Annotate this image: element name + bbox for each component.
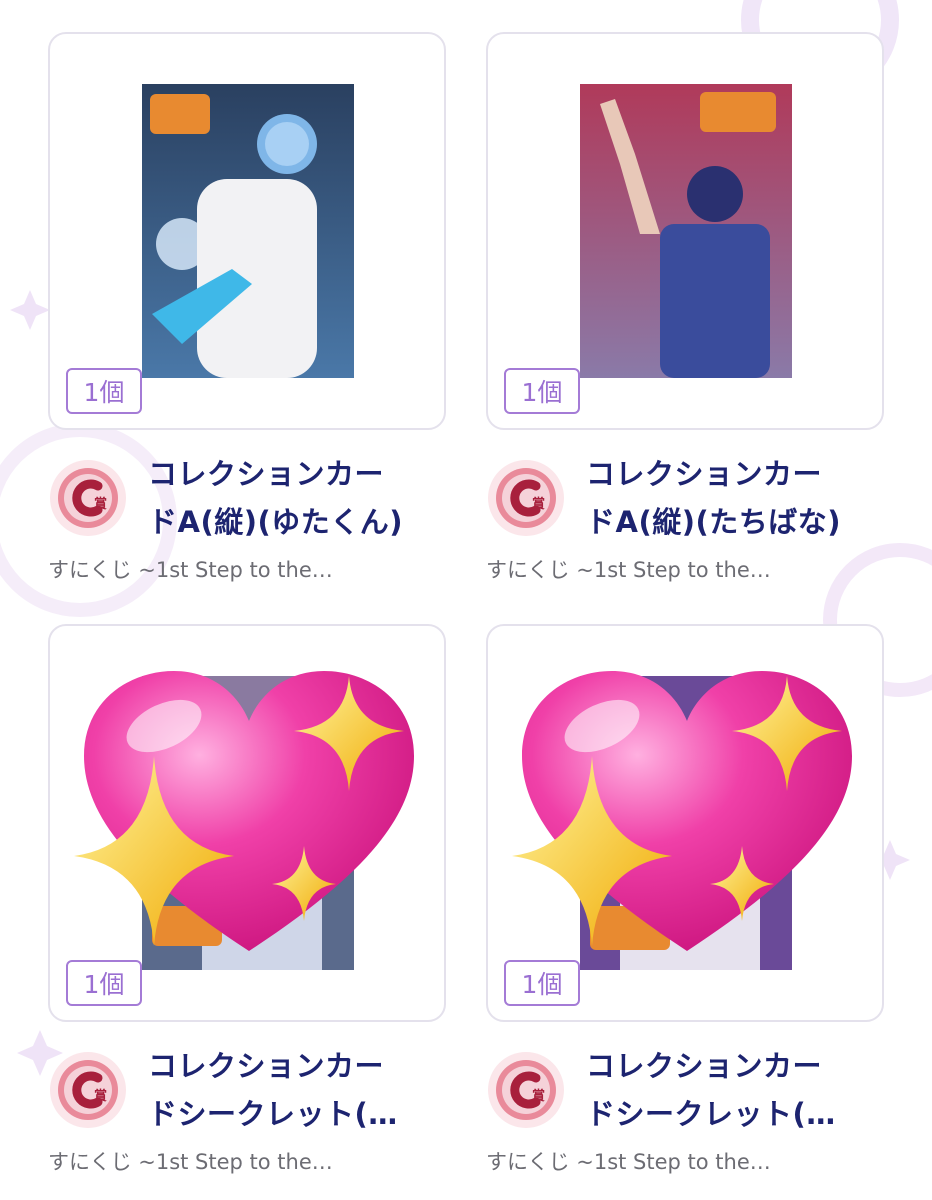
title-line-1: コレクションカー [148,1049,385,1083]
svg-text:賞: 賞 [94,1088,107,1104]
item-thumbnail[interactable]: 1個 [486,624,884,1022]
item-subtitle: すにくじ ~1st Step to the… [48,558,333,582]
card-photo [580,84,792,378]
item-thumbnail[interactable]: 1個 [48,32,446,430]
sparkling-heart-icon [512,671,852,951]
item-info: 賞 コレクションカー ドシークレット(… すにくじ ~1st Step to t… [486,1022,884,1192]
count-badge: 1個 [504,368,580,414]
item-info: 賞 コレクションカー ドA(縦)(ゆたくん) すにくじ ~1st Step to… [48,430,446,600]
c-prize-medal-icon: 賞 [50,460,126,536]
title-line-2: ドA(縦)(ゆたくん) [148,505,403,539]
item-grid: 1個 賞 コレクションカー ドA(縦)(ゆたくん) すにくじ ~1st Step… [0,0,932,1200]
item-info: 賞 コレクションカー ドシークレット(… すにくじ ~1st Step to t… [48,1022,446,1192]
count-badge: 1個 [66,960,142,1006]
svg-text:賞: 賞 [532,496,545,512]
title-line-1: コレクションカー [148,457,385,491]
c-prize-medal-icon: 賞 [488,1052,564,1128]
sparkling-heart-icon [74,671,414,951]
item-card[interactable]: 1個 賞 コレクションカー ドシークレット(… すにくじ ~1st Step t… [486,624,884,1192]
item-title[interactable]: コレクションカー ドA(縦)(ゆたくん) [148,450,448,546]
title-line-2: ドシークレット(… [148,1097,398,1131]
title-line-2: ドA(縦)(たちばな) [586,505,841,539]
item-thumbnail[interactable]: 1個 [48,624,446,1022]
item-subtitle: すにくじ ~1st Step to the… [486,1150,771,1174]
item-thumbnail[interactable]: 1個 [486,32,884,430]
item-title[interactable]: コレクションカー ドシークレット(… [586,1042,886,1138]
item-card[interactable]: 1個 賞 コレクションカー ドA(縦)(ゆたくん) すにくじ ~1st Step… [48,32,446,600]
item-title[interactable]: コレクションカー ドシークレット(… [148,1042,448,1138]
c-prize-medal-icon: 賞 [50,1052,126,1128]
item-info: 賞 コレクションカー ドA(縦)(たちばな) すにくじ ~1st Step to… [486,430,884,600]
title-line-1: コレクションカー [586,457,823,491]
item-subtitle: すにくじ ~1st Step to the… [486,558,771,582]
count-badge: 1個 [66,368,142,414]
count-badge: 1個 [504,960,580,1006]
svg-text:賞: 賞 [94,496,107,512]
card-photo [142,84,354,378]
item-title[interactable]: コレクションカー ドA(縦)(たちばな) [586,450,886,546]
item-subtitle: すにくじ ~1st Step to the… [48,1150,333,1174]
svg-text:賞: 賞 [532,1088,545,1104]
title-line-2: ドシークレット(… [586,1097,836,1131]
item-card[interactable]: 1個 賞 コレクションカー ドA(縦)(たちばな) すにくじ ~1st Step… [486,32,884,600]
item-card[interactable]: 1個 賞 コレクションカー ドシークレット(… すにくじ ~1st Step t… [48,624,446,1192]
title-line-1: コレクションカー [586,1049,823,1083]
c-prize-medal-icon: 賞 [488,460,564,536]
